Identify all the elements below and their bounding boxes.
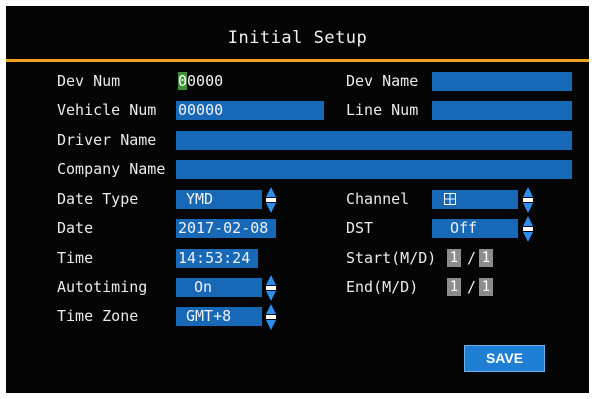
dst-label: DST	[346, 219, 374, 237]
autotiming-label: Autotiming	[57, 278, 148, 296]
date-type-spin-icon[interactable]	[266, 187, 276, 213]
start-month-field[interactable]: 1	[447, 249, 461, 267]
date-type-label: Date Type	[57, 190, 139, 208]
time-zone-spin-icon[interactable]	[266, 304, 276, 330]
setup-screen: Initial Setup Dev Num 00000 Dev Name Veh…	[6, 6, 589, 393]
end-day-field[interactable]: 1	[479, 278, 493, 296]
company-name-field[interactable]	[176, 160, 572, 179]
dev-num-rest: 0000	[187, 72, 224, 90]
date-label: Date	[57, 219, 94, 237]
time-zone-select[interactable]: GMT+8	[176, 307, 262, 326]
time-label: Time	[57, 249, 94, 267]
channel-label: Channel	[346, 190, 410, 208]
dev-name-label: Dev Name	[346, 72, 419, 90]
line-num-field[interactable]	[432, 101, 572, 120]
end-month-field[interactable]: 1	[447, 278, 461, 296]
autotiming-spin-icon[interactable]	[266, 275, 276, 301]
time-field[interactable]: 14:53:24	[176, 249, 258, 268]
start-md-label: Start(M/D)	[346, 249, 437, 267]
channel-select[interactable]	[432, 190, 518, 209]
vehicle-num-label: Vehicle Num	[57, 101, 157, 119]
driver-name-label: Driver Name	[57, 131, 157, 149]
autotiming-select[interactable]: On	[176, 278, 262, 297]
dev-num-label: Dev Num	[57, 72, 121, 90]
driver-name-field[interactable]	[176, 131, 572, 150]
end-md-label: End(M/D)	[346, 278, 419, 296]
dst-spin-icon[interactable]	[523, 216, 533, 242]
page-title: Initial Setup	[227, 28, 368, 48]
dev-num-value: 00000	[178, 72, 223, 90]
company-name-label: Company Name	[57, 160, 166, 178]
dev-name-field[interactable]	[432, 72, 572, 91]
text-cursor: 0	[178, 72, 188, 90]
channel-spin-icon[interactable]	[523, 187, 533, 213]
date-type-select[interactable]: YMD	[176, 190, 262, 209]
line-num-label: Line Num	[346, 101, 419, 119]
start-separator: /	[467, 249, 477, 267]
start-day-field[interactable]: 1	[479, 249, 493, 267]
vehicle-num-field[interactable]: 00000	[176, 101, 324, 120]
time-zone-label: Time Zone	[57, 307, 139, 325]
grid-icon	[444, 193, 456, 205]
dst-select[interactable]: Off	[432, 219, 518, 238]
dev-num-field[interactable]: 00000	[176, 72, 224, 91]
title-divider	[6, 59, 589, 62]
date-field[interactable]: 2017-02-08	[176, 219, 276, 238]
end-separator: /	[467, 278, 477, 296]
save-button[interactable]: SAVE	[464, 345, 545, 372]
